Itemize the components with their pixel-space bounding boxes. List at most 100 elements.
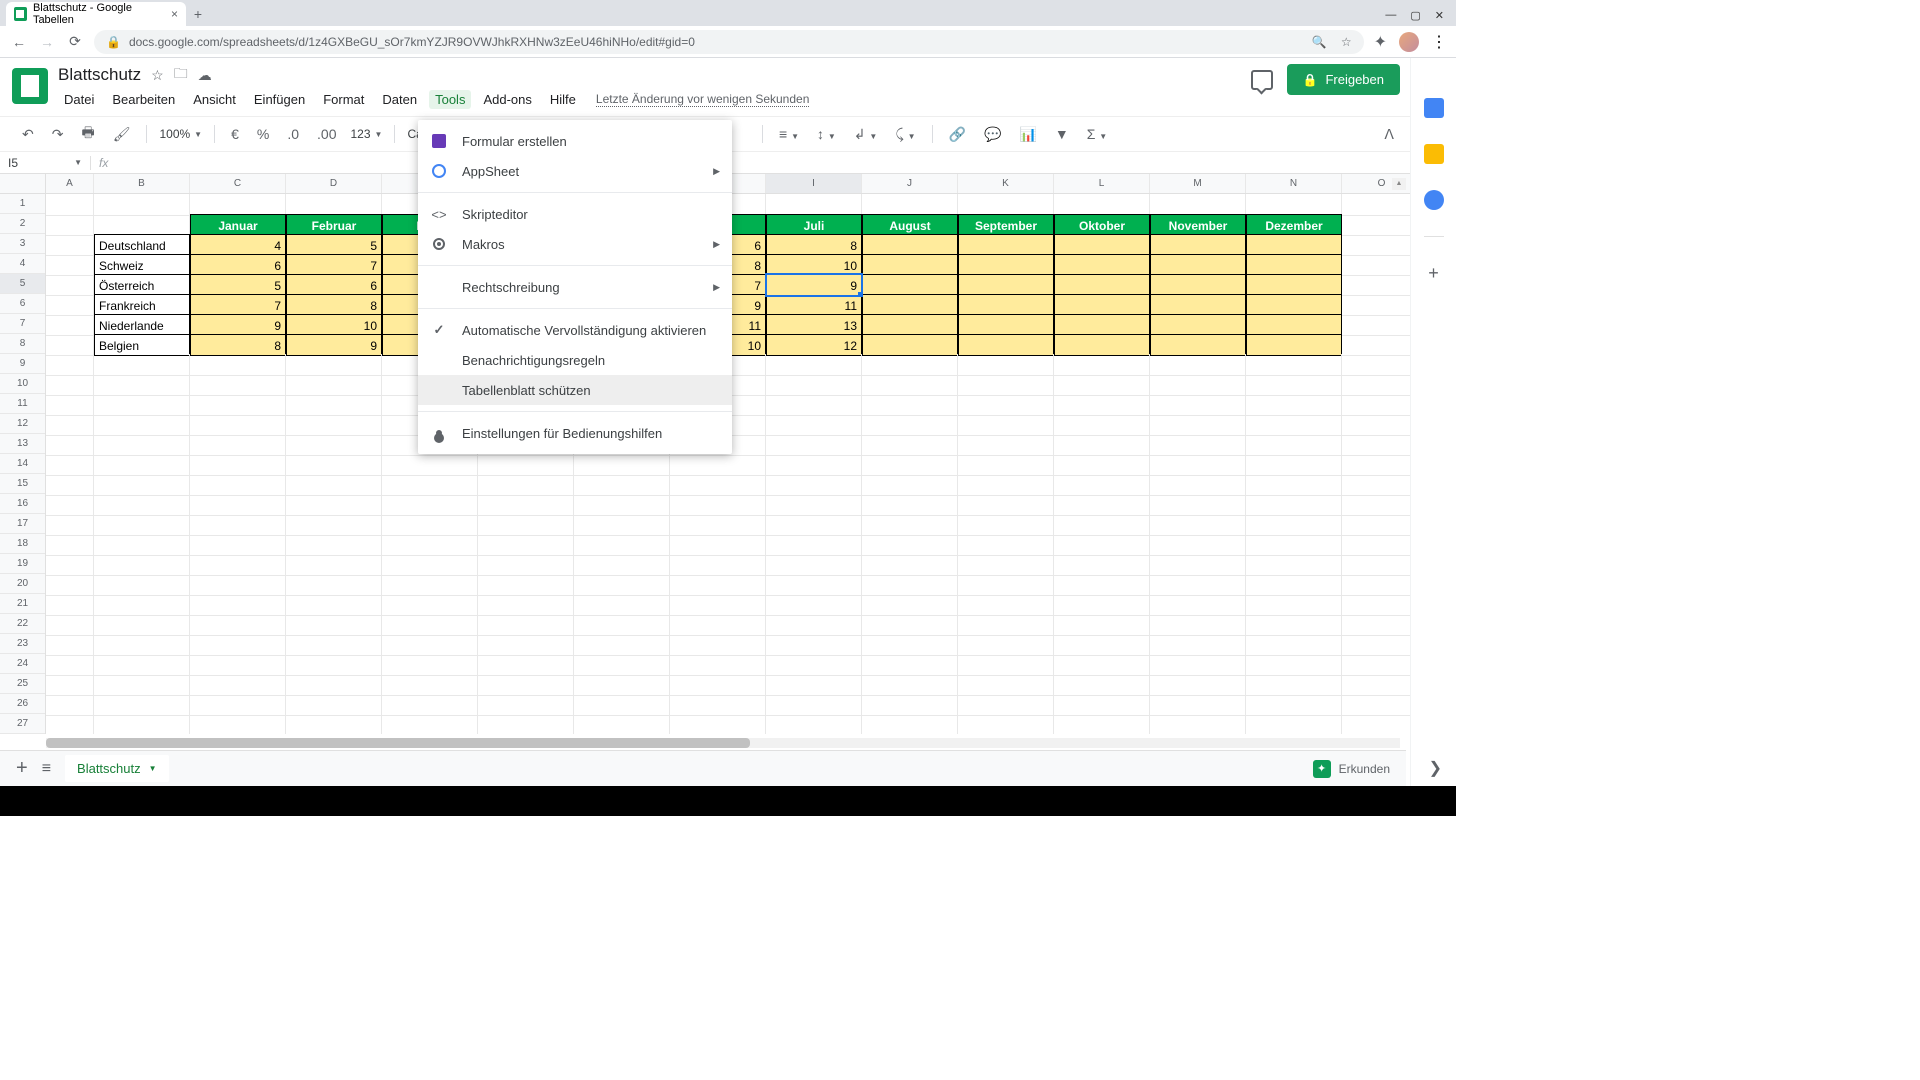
column-header[interactable]: I	[766, 174, 862, 193]
cell[interactable]: 11	[766, 294, 862, 316]
row-header[interactable]: 15	[0, 474, 45, 494]
menu-bearbeiten[interactable]: Bearbeiten	[106, 90, 181, 109]
comments-icon[interactable]	[1251, 70, 1273, 90]
row-header[interactable]: 23	[0, 634, 45, 654]
cell[interactable]	[1054, 374, 1150, 396]
cell[interactable]	[958, 634, 1054, 656]
collapse-toolbar-icon[interactable]: ᐱ	[1380, 124, 1398, 145]
menu-ansicht[interactable]: Ansicht	[187, 90, 242, 109]
cell[interactable]	[1150, 694, 1246, 716]
cell[interactable]	[1054, 334, 1150, 356]
menu-item[interactable]: <>Skripteditor	[418, 199, 732, 229]
cell[interactable]	[958, 454, 1054, 476]
cell[interactable]	[958, 254, 1054, 276]
cell[interactable]	[862, 334, 958, 356]
row-header[interactable]: 22	[0, 614, 45, 634]
cell[interactable]	[46, 594, 94, 616]
cell[interactable]	[862, 654, 958, 676]
explore-button[interactable]: ✦ Erkunden	[1313, 760, 1390, 778]
forward-button[interactable]: →	[38, 34, 56, 50]
cell[interactable]	[94, 394, 190, 416]
cell[interactable]	[46, 354, 94, 376]
cell[interactable]	[1150, 634, 1246, 656]
cell[interactable]	[1246, 634, 1342, 656]
cell[interactable]	[958, 714, 1054, 734]
row-header[interactable]: 19	[0, 554, 45, 574]
cell[interactable]	[190, 434, 286, 456]
cell[interactable]	[46, 414, 94, 436]
cell[interactable]	[574, 654, 670, 676]
cell[interactable]	[190, 394, 286, 416]
cell[interactable]	[286, 634, 382, 656]
cell[interactable]	[478, 614, 574, 636]
cell[interactable]	[94, 554, 190, 576]
menu-item[interactable]: AppSheet▶	[418, 156, 732, 186]
cell[interactable]	[766, 514, 862, 536]
row-header[interactable]: 10	[0, 374, 45, 394]
cell[interactable]	[1150, 474, 1246, 496]
cell[interactable]	[1150, 414, 1246, 436]
cell[interactable]	[94, 494, 190, 516]
cell[interactable]: Juli	[766, 214, 862, 236]
row-header[interactable]: 21	[0, 594, 45, 614]
cell[interactable]	[382, 554, 478, 576]
cell[interactable]	[286, 194, 382, 216]
name-box[interactable]: I5▼	[0, 156, 90, 170]
menu-item[interactable]: Makros▶	[418, 229, 732, 259]
cell[interactable]	[46, 254, 94, 276]
cell[interactable]	[1246, 694, 1342, 716]
cell[interactable]	[1246, 434, 1342, 456]
cell[interactable]	[670, 534, 766, 556]
cell[interactable]	[766, 494, 862, 516]
cell[interactable]	[1246, 414, 1342, 436]
cell[interactable]	[862, 234, 958, 256]
cell[interactable]	[958, 414, 1054, 436]
cloud-status-icon[interactable]: ☁	[198, 67, 212, 84]
cell[interactable]	[46, 374, 94, 396]
cell[interactable]	[1150, 514, 1246, 536]
cell[interactable]	[958, 294, 1054, 316]
cell[interactable]	[1150, 194, 1246, 216]
new-tab-button[interactable]: +	[186, 2, 210, 26]
cell[interactable]: Deutschland	[94, 234, 190, 256]
cell[interactable]	[46, 274, 94, 296]
cell[interactable]	[286, 354, 382, 376]
cell[interactable]	[766, 614, 862, 636]
cell[interactable]	[958, 554, 1054, 576]
cell[interactable]	[478, 514, 574, 536]
cell[interactable]	[766, 354, 862, 376]
cell[interactable]	[94, 594, 190, 616]
bookmark-icon[interactable]: ☆	[1341, 35, 1352, 49]
cell[interactable]	[574, 674, 670, 696]
cell[interactable]	[190, 474, 286, 496]
cell[interactable]	[286, 654, 382, 676]
cell[interactable]	[1054, 274, 1150, 296]
cell[interactable]	[478, 454, 574, 476]
chart-icon[interactable]: 📊	[1015, 124, 1040, 145]
cell[interactable]	[766, 474, 862, 496]
cell[interactable]	[574, 454, 670, 476]
cell[interactable]	[670, 614, 766, 636]
cell[interactable]	[1150, 334, 1246, 356]
cell[interactable]	[478, 674, 574, 696]
cell[interactable]	[286, 474, 382, 496]
row-header[interactable]: 25	[0, 674, 45, 694]
cell[interactable]	[1246, 274, 1342, 296]
column-header[interactable]: B	[94, 174, 190, 193]
cell[interactable]	[670, 634, 766, 656]
cell[interactable]	[1246, 654, 1342, 676]
wrap-icon[interactable]: ↲ ▼	[850, 124, 882, 145]
cell[interactable]	[1150, 234, 1246, 256]
cell[interactable]	[574, 574, 670, 596]
browser-tab[interactable]: Blattschutz - Google Tabellen ×	[6, 2, 186, 26]
cell[interactable]	[1054, 414, 1150, 436]
next-sheet-button[interactable]: ❯	[1429, 758, 1442, 778]
cell[interactable]	[1246, 374, 1342, 396]
cell[interactable]	[94, 674, 190, 696]
print-icon[interactable]: 🖶	[77, 120, 98, 148]
cell[interactable]	[1054, 634, 1150, 656]
cell[interactable]	[190, 654, 286, 676]
cell[interactable]: 4	[190, 234, 286, 256]
cell[interactable]	[94, 654, 190, 676]
cell[interactable]	[46, 314, 94, 336]
